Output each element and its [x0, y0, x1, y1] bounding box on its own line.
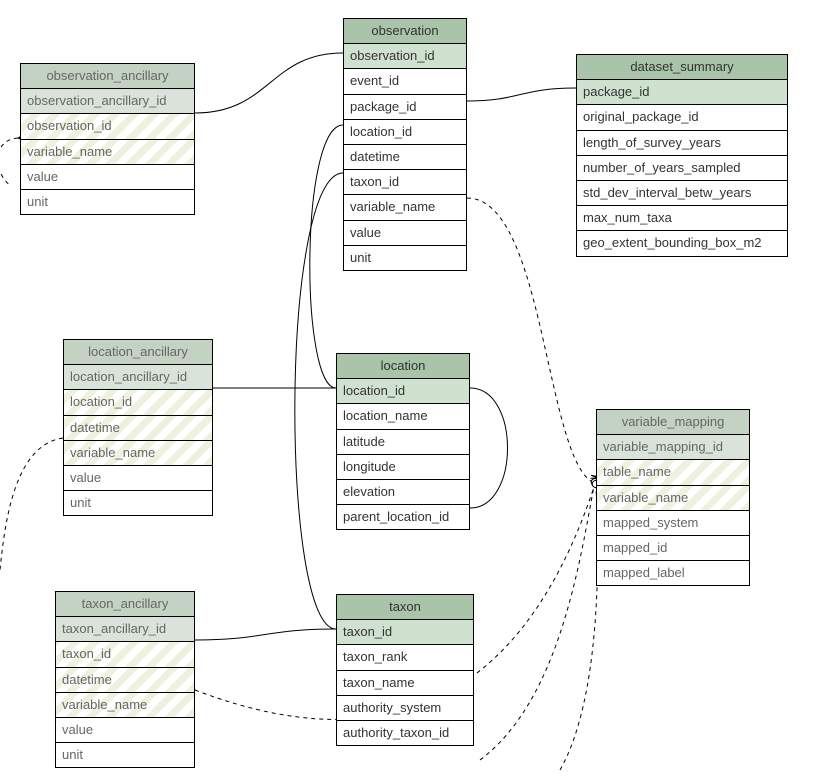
table-header: observation_ancillary	[21, 64, 194, 89]
field: number_of_years_sampled	[577, 156, 787, 181]
table-header: dataset_summary	[577, 55, 787, 80]
field-fk: variable_name	[597, 486, 749, 511]
table-observation: observation observation_id event_id pack…	[343, 18, 467, 271]
field: package_id	[344, 95, 466, 120]
field: latitude	[337, 430, 469, 455]
field: mapped_id	[597, 536, 749, 561]
field-pk: taxon_id	[337, 620, 473, 645]
field: mapped_label	[597, 561, 749, 585]
table-header: location	[337, 354, 469, 379]
table-taxon: taxon taxon_id taxon_rank taxon_name aut…	[336, 594, 474, 746]
field: authority_system	[337, 696, 473, 721]
field: taxon_id	[344, 170, 466, 195]
field: datetime	[344, 145, 466, 170]
table-taxon-ancillary: taxon_ancillary taxon_ancillary_id taxon…	[55, 591, 195, 768]
field-pk: taxon_ancillary_id	[56, 617, 194, 642]
field: unit	[56, 743, 194, 767]
field: geo_extent_bounding_box_m2	[577, 231, 787, 255]
field-fk: variable_name	[64, 441, 212, 466]
field-pk: observation_ancillary_id	[21, 89, 194, 114]
table-header: location_ancillary	[64, 340, 212, 365]
field: taxon_rank	[337, 645, 473, 670]
field-pk: variable_mapping_id	[597, 435, 749, 460]
field: original_package_id	[577, 105, 787, 130]
field-fk: taxon_id	[56, 642, 194, 667]
field-fk: table_name	[597, 460, 749, 485]
field-pk: location_ancillary_id	[64, 365, 212, 390]
table-observation-ancillary: observation_ancillary observation_ancill…	[20, 63, 195, 215]
field: value	[21, 165, 194, 190]
table-header: variable_mapping	[597, 410, 749, 435]
field: std_dev_interval_betw_years	[577, 181, 787, 206]
field: value	[344, 221, 466, 246]
field: location_id	[344, 120, 466, 145]
field: longitude	[337, 455, 469, 480]
field-fk: datetime	[64, 416, 212, 441]
field: unit	[344, 246, 466, 270]
field-pk: location_id	[337, 379, 469, 404]
table-dataset-summary: dataset_summary package_id original_pack…	[576, 54, 788, 257]
field-fk: observation_id	[21, 114, 194, 139]
field-fk: variable_name	[56, 693, 194, 718]
field: taxon_name	[337, 671, 473, 696]
field: mapped_system	[597, 511, 749, 536]
field-fk: variable_name	[21, 140, 194, 165]
field-pk: observation_id	[344, 44, 466, 69]
field-fk: datetime	[56, 668, 194, 693]
table-location: location location_id location_name latit…	[336, 353, 470, 530]
field: unit	[21, 190, 194, 214]
field: unit	[64, 491, 212, 515]
table-variable-mapping: variable_mapping variable_mapping_id tab…	[596, 409, 750, 586]
field-fk: location_id	[64, 390, 212, 415]
field: location_name	[337, 404, 469, 429]
field: value	[56, 718, 194, 743]
field: length_of_survey_years	[577, 131, 787, 156]
field-pk: package_id	[577, 80, 787, 105]
table-header: taxon	[337, 595, 473, 620]
field: elevation	[337, 480, 469, 505]
field: authority_taxon_id	[337, 721, 473, 745]
table-header: observation	[344, 19, 466, 44]
field: value	[64, 466, 212, 491]
field: event_id	[344, 69, 466, 94]
table-location-ancillary: location_ancillary location_ancillary_id…	[63, 339, 213, 516]
field: parent_location_id	[337, 505, 469, 529]
table-header: taxon_ancillary	[56, 592, 194, 617]
field: variable_name	[344, 195, 466, 220]
field: max_num_taxa	[577, 206, 787, 231]
